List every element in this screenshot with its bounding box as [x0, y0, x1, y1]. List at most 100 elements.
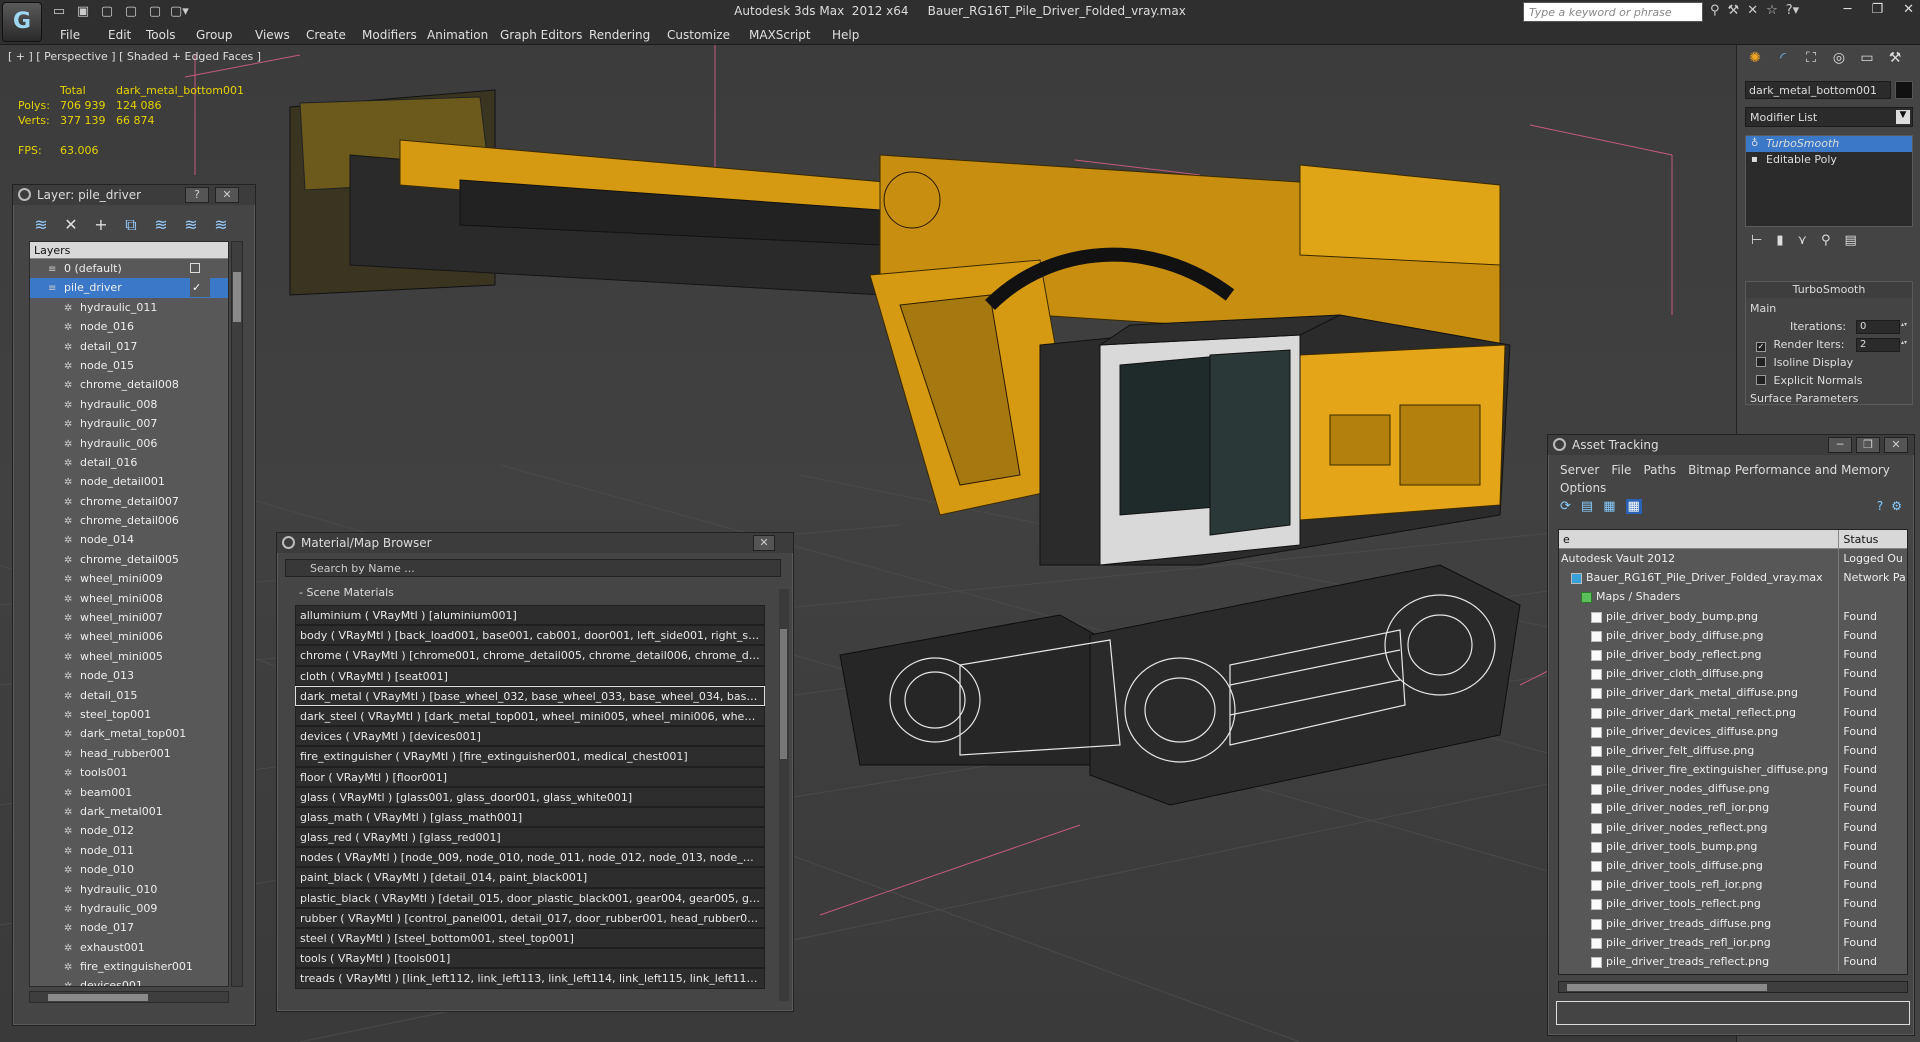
object-row[interactable]: ✲ hydraulic_011: [30, 298, 228, 317]
freeze-all-icon[interactable]: ≋: [211, 215, 231, 235]
asset-row[interactable]: Autodesk Vault 2012 Logged Ou: [1559, 549, 1907, 569]
create-tab-icon[interactable]: ✺: [1743, 47, 1767, 69]
layer-row[interactable]: ≡ pile_driver ✓: [30, 278, 228, 298]
object-row[interactable]: ✲ chrome_detail006: [30, 511, 228, 530]
object-row[interactable]: ✲ steel_top001: [30, 705, 228, 724]
material-row[interactable]: glass_math ( VRayMtl ) [glass_math001]: [295, 806, 765, 828]
asset-row[interactable]: pile_driver_dark_metal_reflect.png Found: [1559, 702, 1907, 722]
rollout-title[interactable]: TurboSmooth: [1746, 282, 1912, 298]
scroll-thumb[interactable]: [233, 272, 241, 322]
minimize-button[interactable]: ─: [1844, 2, 1852, 17]
display-tab-icon[interactable]: ▭: [1855, 47, 1879, 69]
asset-row[interactable]: pile_driver_devices_diffuse.png Found: [1559, 721, 1907, 741]
object-color-swatch[interactable]: [1895, 81, 1913, 99]
material-browser-titlebar[interactable]: Material/Map Browser ✕: [277, 533, 793, 553]
menu-group[interactable]: Group: [196, 28, 233, 42]
object-row[interactable]: ✲ devices001: [30, 976, 228, 986]
close-button[interactable]: ✕: [215, 187, 239, 203]
highlight-layer-icon[interactable]: ≋: [151, 215, 171, 235]
object-row[interactable]: ✲ beam001: [30, 783, 228, 802]
object-row[interactable]: ✲ chrome_detail007: [30, 492, 228, 511]
material-row[interactable]: floor ( VRayMtl ) [floor001]: [295, 766, 765, 787]
object-row[interactable]: ✲ node_014: [30, 530, 228, 549]
material-row[interactable]: glass ( VRayMtl ) [glass001, glass_door0…: [295, 786, 765, 807]
list-view-icon[interactable]: ▤: [1581, 499, 1593, 514]
asset-path-field[interactable]: [1556, 1001, 1910, 1025]
motion-tab-icon[interactable]: ◎: [1827, 47, 1851, 69]
object-row[interactable]: ✲ node_017: [30, 918, 228, 937]
menu-file[interactable]: File: [60, 28, 80, 42]
menu-customize[interactable]: Customize: [667, 28, 730, 42]
object-row[interactable]: ✲ hydraulic_008: [30, 395, 228, 414]
configure-sets-icon[interactable]: ▤: [1845, 233, 1857, 248]
material-row[interactable]: plastic_black ( VRayMtl ) [detail_015, d…: [295, 887, 765, 908]
object-row[interactable]: ✲ chrome_detail005: [30, 550, 228, 569]
asset-row[interactable]: pile_driver_tools_bump.png Found: [1559, 836, 1907, 856]
material-row[interactable]: glass_red ( VRayMtl ) [glass_red001]: [295, 827, 765, 848]
asset-row[interactable]: Bauer_RG16T_Pile_Driver_Folded_vray.max N…: [1559, 568, 1907, 588]
object-row[interactable]: ✲ hydraulic_009: [30, 899, 228, 918]
asset-menu-bitmap-performance-and-memory[interactable]: Bitmap Performance and Memory: [1688, 463, 1890, 477]
binoculars-icon[interactable]: ⚲: [1710, 3, 1720, 18]
asset-row[interactable]: pile_driver_treads_refl_ior.png Found: [1559, 932, 1907, 952]
menu-animation[interactable]: Animation: [427, 28, 488, 42]
column-header-status[interactable]: Status: [1839, 530, 1907, 548]
asset-row[interactable]: pile_driver_tools_reflect.png Found: [1559, 894, 1907, 914]
modifier-stack-item[interactable]: ♁ TurboSmooth: [1746, 136, 1912, 152]
render-iters-spinner[interactable]: 2: [1856, 338, 1908, 352]
object-row[interactable]: ✲ dark_metal_top001: [30, 724, 228, 743]
material-row[interactable]: alluminium ( VRayMtl ) [aluminium001]: [295, 605, 765, 626]
asset-row[interactable]: pile_driver_treads_reflect.png Found: [1559, 951, 1907, 972]
object-row[interactable]: ✲ node_013: [30, 666, 228, 685]
active-layer-check-icon[interactable]: ✓: [190, 278, 210, 298]
close-button[interactable]: ✕: [1884, 437, 1908, 453]
object-row[interactable]: ✲ fire_extinguisher001: [30, 957, 228, 976]
asset-row[interactable]: pile_driver_body_diffuse.png Found: [1559, 625, 1907, 645]
material-row[interactable]: cloth ( VRayMtl ) [seat001]: [295, 665, 765, 686]
object-row[interactable]: ✲ node_010: [30, 860, 228, 879]
scene-materials-group[interactable]: - Scene Materials: [285, 586, 781, 602]
maximize-button[interactable]: ❐: [1856, 437, 1880, 453]
lightbulb-icon[interactable]: ♁: [1751, 138, 1760, 149]
object-row[interactable]: ✲ dark_metal001: [30, 802, 228, 821]
viewport-label[interactable]: [ + ] [ Perspective ] [ Shaded + Edged F…: [8, 50, 261, 63]
scroll-thumb[interactable]: [48, 994, 148, 1001]
material-row[interactable]: rubber ( VRayMtl ) [control_panel001, de…: [295, 907, 765, 928]
object-row[interactable]: ✲ hydraulic_006: [30, 434, 228, 453]
modify-tab-icon[interactable]: ◜: [1771, 47, 1795, 69]
pin-stack-icon[interactable]: ⊢: [1751, 233, 1762, 248]
material-row[interactable]: fire_extinguisher ( VRayMtl ) [fire_exti…: [295, 746, 765, 767]
material-scrollbar[interactable]: [779, 589, 789, 1001]
select-objects-icon[interactable]: ⧉: [121, 215, 141, 235]
asset-horizontal-scrollbar[interactable]: [1558, 981, 1908, 993]
asset-row[interactable]: pile_driver_tools_refl_ior.png Found: [1559, 875, 1907, 895]
object-row[interactable]: ✲ detail_017: [30, 337, 228, 356]
close-button[interactable]: ✕: [753, 535, 775, 551]
close-button[interactable]: ✕: [1903, 2, 1914, 17]
object-row[interactable]: ✲ chrome_detail008: [30, 375, 228, 394]
menu-tools[interactable]: Tools: [146, 28, 176, 42]
asset-menu-server[interactable]: Server: [1560, 463, 1599, 477]
modifier-stack-item[interactable]: ▪ Editable Poly: [1746, 152, 1912, 168]
asset-row[interactable]: pile_driver_body_reflect.png Found: [1559, 644, 1907, 665]
material-row[interactable]: tools ( VRayMtl ) [tools001]: [295, 948, 765, 969]
material-row[interactable]: devices ( VRayMtl ) [devices001]: [295, 726, 765, 747]
help-icon[interactable]: ?: [1877, 499, 1883, 513]
object-row[interactable]: ✲ node_016: [30, 317, 228, 336]
layer-vertical-scrollbar[interactable]: [231, 241, 243, 987]
asset-row[interactable]: Maps / Shaders: [1559, 587, 1907, 607]
menu-maxscript[interactable]: MAXScript: [749, 28, 811, 42]
minimize-button[interactable]: ─: [1828, 437, 1852, 453]
object-row[interactable]: ✲ wheel_mini008: [30, 589, 228, 608]
material-row[interactable]: treads ( VRayMtl ) [link_left112, link_l…: [295, 968, 765, 989]
object-name-field[interactable]: dark_metal_bottom001: [1745, 81, 1891, 99]
render-iters-checkbox[interactable]: ✓: [1756, 342, 1766, 352]
refresh-icon[interactable]: ⟳: [1560, 499, 1571, 514]
delete-layer-icon[interactable]: ✕: [61, 215, 81, 235]
menu-graph-editors[interactable]: Graph Editors: [500, 28, 582, 42]
material-row[interactable]: dark_metal ( VRayMtl ) [base_wheel_032, …: [295, 685, 765, 706]
app-logo[interactable]: G: [2, 2, 42, 42]
create-layer-icon[interactable]: ≋: [31, 215, 51, 235]
menu-views[interactable]: Views: [255, 28, 290, 42]
material-row[interactable]: chrome ( VRayMtl ) [chrome001, chrome_de…: [295, 645, 765, 666]
